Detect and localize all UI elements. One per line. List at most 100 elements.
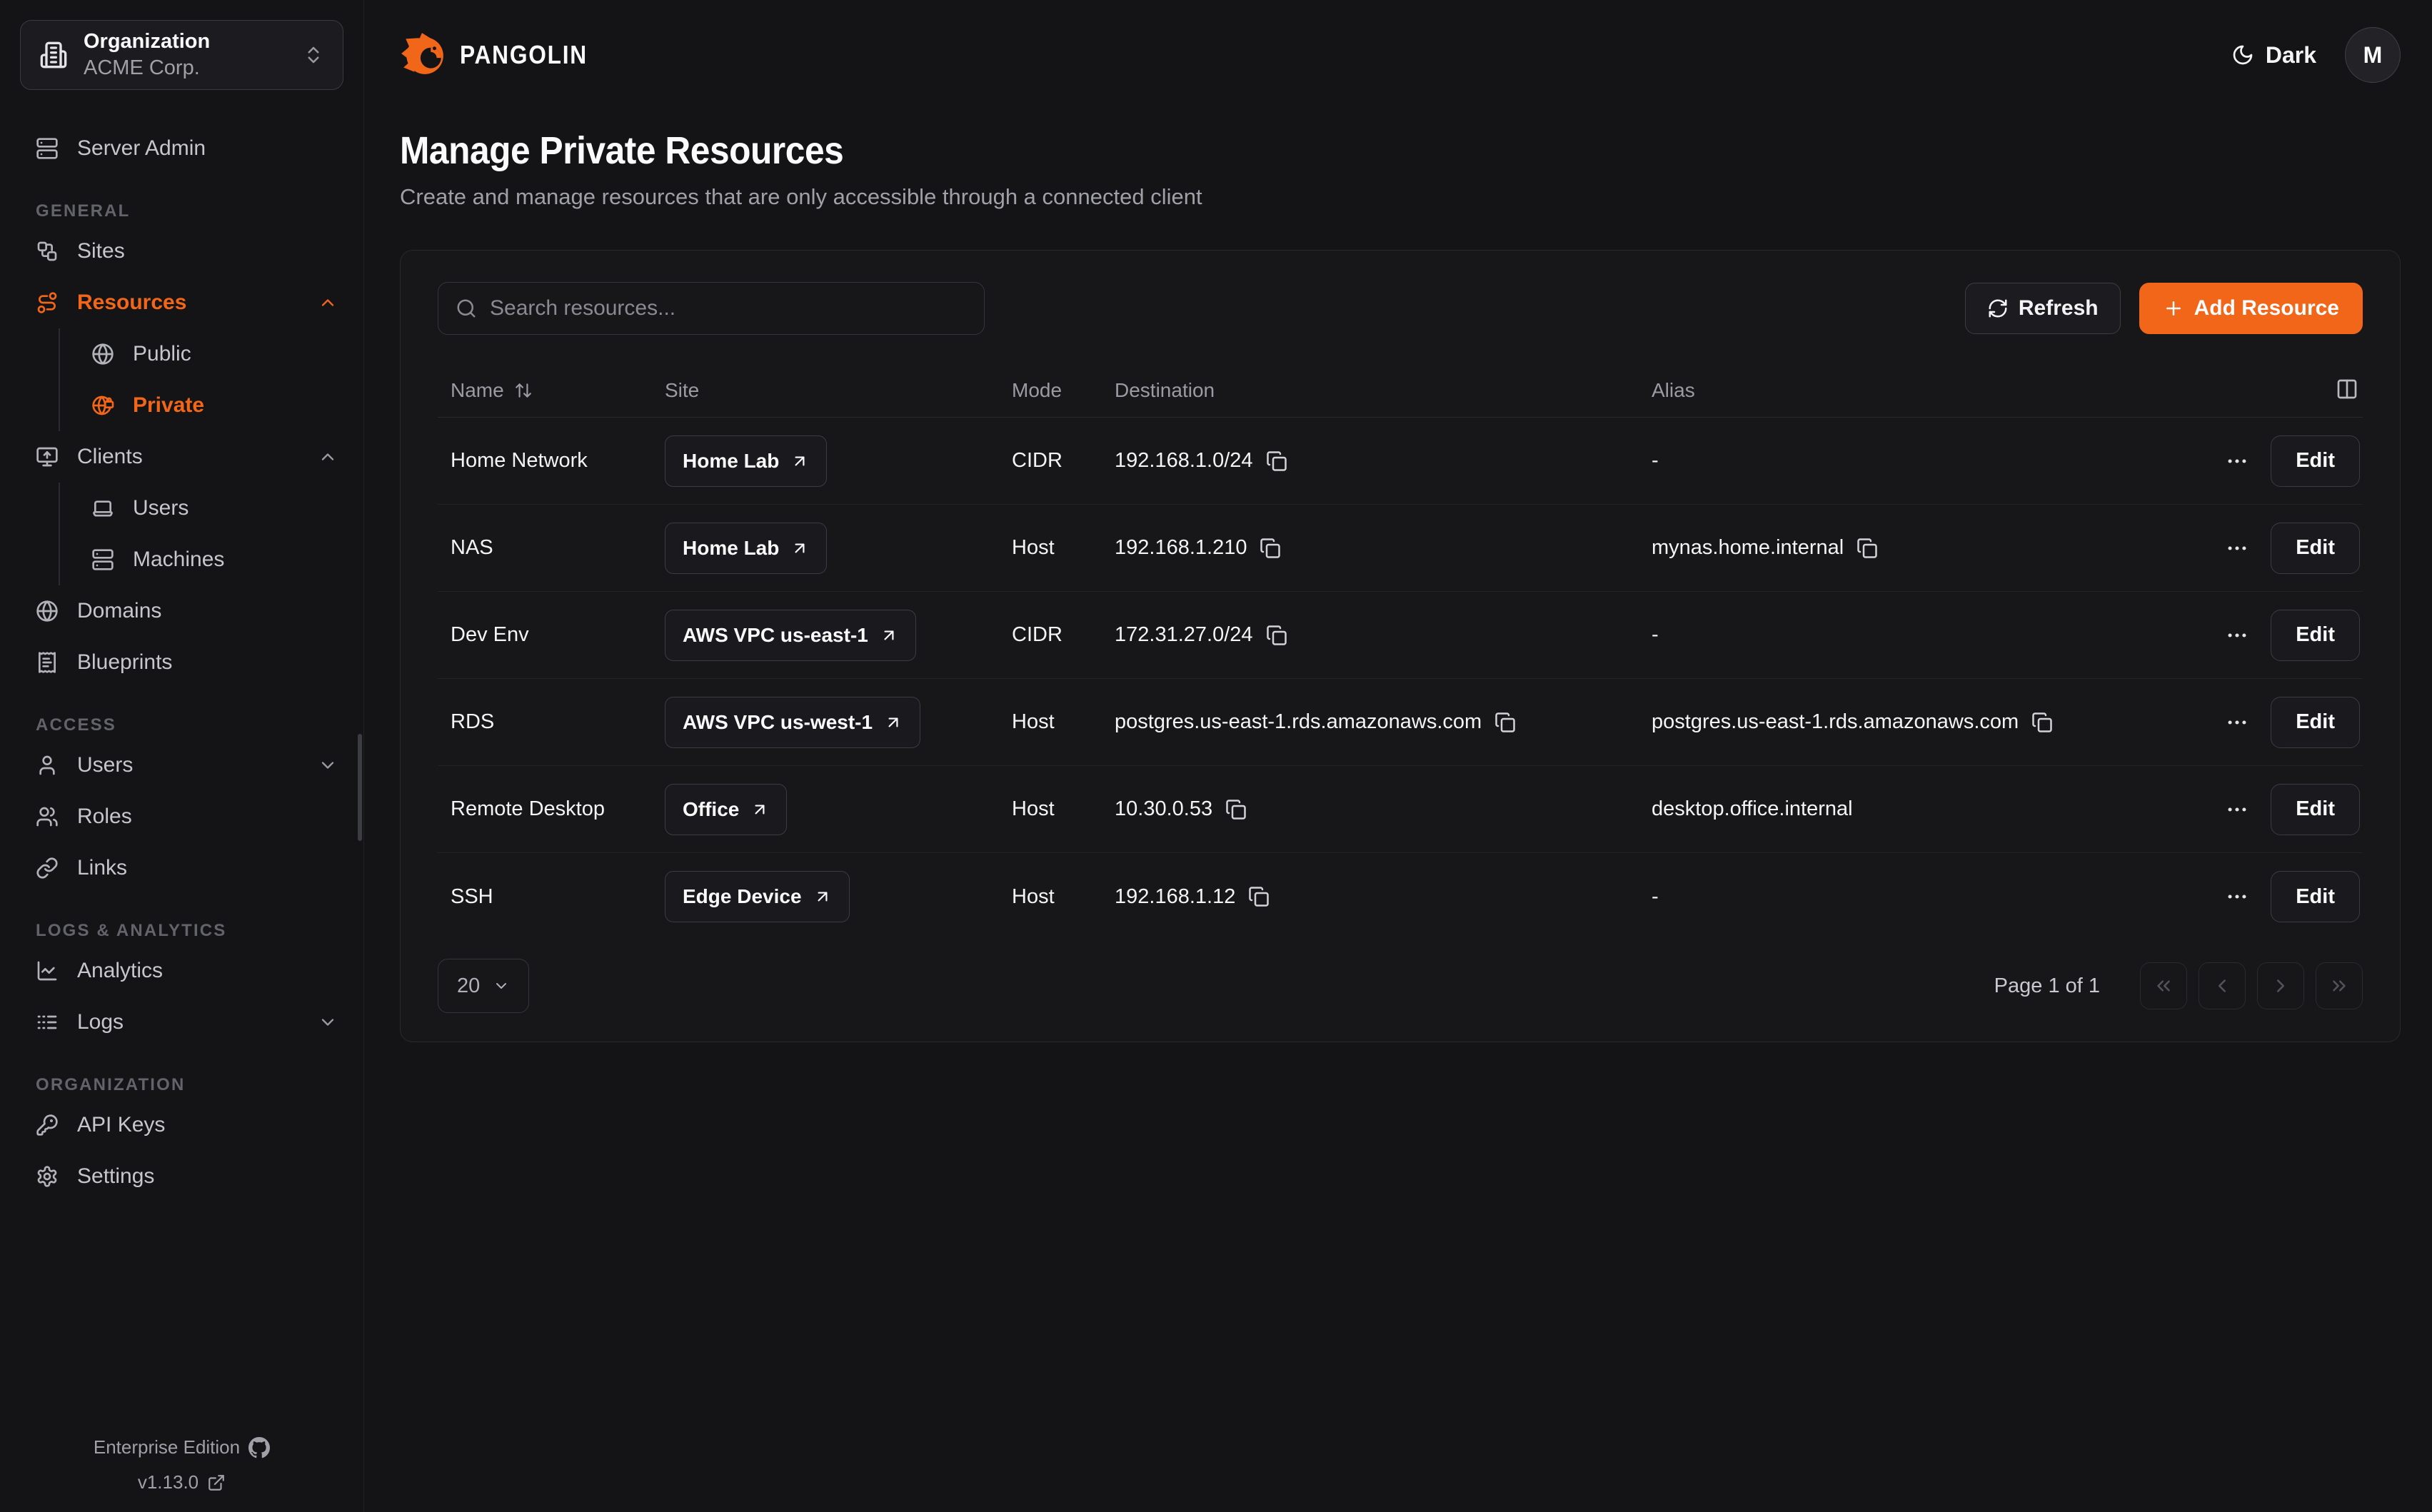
chevron-up-icon[interactable] — [318, 447, 338, 467]
copy-destination-button[interactable] — [1225, 799, 1247, 820]
brand[interactable]: PANGOLIN — [400, 31, 605, 79]
sidebar-item-domains[interactable]: Domains — [0, 585, 363, 637]
site-link[interactable]: Edge Device — [665, 871, 850, 922]
globe-lock-icon — [91, 394, 114, 417]
next-page-button[interactable] — [2257, 962, 2304, 1009]
first-page-button[interactable] — [2140, 962, 2187, 1009]
resources-subgroup: Public Private — [59, 328, 363, 431]
external-link-icon[interactable] — [207, 1473, 226, 1492]
sidebar-item-label: Public — [133, 342, 191, 366]
add-resource-label: Add Resource — [2194, 296, 2339, 321]
receipt-icon — [36, 651, 59, 674]
sidebar-item-machines[interactable]: Machines — [60, 534, 363, 585]
copy-alias-button[interactable] — [1856, 538, 1878, 559]
columns-icon — [2336, 378, 2358, 400]
resources-card: Refresh Add Resource Name Site Mode — [400, 250, 2401, 1042]
sidebar-item-sites[interactable]: Sites — [0, 226, 363, 277]
sidebar-item-settings[interactable]: Settings — [0, 1151, 363, 1202]
edit-button[interactable]: Edit — [2271, 523, 2360, 574]
sidebar-item-blueprints[interactable]: Blueprints — [0, 637, 363, 688]
sidebar-item-users[interactable]: Users — [0, 740, 363, 791]
topbar: PANGOLIN Dark M — [400, 27, 2401, 83]
resource-mode: Host — [1012, 536, 1055, 560]
sidebar-item-api-keys[interactable]: API Keys — [0, 1099, 363, 1151]
ellipsis-icon — [2225, 710, 2249, 735]
copy-destination-button[interactable] — [1266, 625, 1287, 646]
row-menu-button[interactable] — [2225, 449, 2249, 473]
ellipsis-icon — [2225, 623, 2249, 647]
sites-icon — [36, 240, 59, 263]
page-size-select[interactable]: 20 — [438, 959, 529, 1013]
sidebar-item-public[interactable]: Public — [60, 328, 363, 380]
page-size-value: 20 — [457, 974, 480, 998]
row-menu-button[interactable] — [2225, 536, 2249, 560]
last-page-button[interactable] — [2316, 962, 2363, 1009]
sidebar-item-client-users[interactable]: Users — [60, 483, 363, 534]
resources-icon — [36, 291, 59, 314]
sidebar-item-server-admin[interactable]: Server Admin — [0, 123, 363, 174]
sort-icon[interactable] — [514, 381, 533, 400]
row-menu-button[interactable] — [2225, 623, 2249, 647]
row-menu-button[interactable] — [2225, 710, 2249, 735]
table-row: SSH Edge Device Host 192.168.1.12 - Edit — [438, 853, 2363, 940]
chevron-down-icon[interactable] — [318, 1012, 338, 1032]
resource-alias: - — [1652, 623, 1659, 647]
sidebar-scrollbar-thumb[interactable] — [358, 734, 362, 841]
org-switcher[interactable]: Organization ACME Corp. — [20, 20, 343, 90]
ellipsis-icon — [2225, 884, 2249, 909]
site-name: Home Lab — [683, 450, 779, 473]
site-link[interactable]: Home Lab — [665, 435, 827, 487]
pagination: 20 Page 1 of 1 — [438, 959, 2363, 1013]
theme-toggle[interactable]: Dark — [2231, 42, 2316, 69]
edit-button[interactable]: Edit — [2271, 871, 2360, 922]
sidebar-item-links[interactable]: Links — [0, 842, 363, 894]
site-link[interactable]: AWS VPC us-west-1 — [665, 697, 920, 748]
edit-button[interactable]: Edit — [2271, 784, 2360, 835]
edit-button[interactable]: Edit — [2271, 435, 2360, 487]
chevron-up-icon[interactable] — [318, 293, 338, 313]
column-visibility-button[interactable] — [2336, 378, 2358, 403]
column-header-alias: Alias — [1652, 379, 1695, 402]
moon-icon — [2231, 44, 2254, 66]
site-link[interactable]: AWS VPC us-east-1 — [665, 610, 916, 661]
search-input[interactable] — [490, 296, 967, 321]
copy-destination-button[interactable] — [1248, 886, 1270, 907]
resource-name: SSH — [451, 885, 493, 909]
sidebar-item-resources[interactable]: Resources — [0, 277, 363, 328]
avatar[interactable]: M — [2345, 27, 2401, 83]
globe-icon — [36, 600, 59, 623]
sidebar-item-label: Links — [77, 856, 127, 880]
edit-button[interactable]: Edit — [2271, 697, 2360, 748]
sidebar-item-private[interactable]: Private — [60, 380, 363, 431]
sidebar-item-label: Logs — [77, 1010, 124, 1034]
chevron-down-icon[interactable] — [318, 755, 338, 775]
table-row: Dev Env AWS VPC us-east-1 CIDR 172.31.27… — [438, 592, 2363, 679]
copy-icon — [2031, 712, 2053, 733]
arrow-up-right-icon — [750, 800, 769, 819]
resource-alias: postgres.us-east-1.rds.amazonaws.com — [1652, 710, 2019, 734]
topbar-right: Dark M — [2231, 27, 2401, 83]
add-resource-button[interactable]: Add Resource — [2139, 283, 2363, 334]
site-link[interactable]: Office — [665, 784, 787, 835]
row-menu-button[interactable] — [2225, 797, 2249, 822]
sidebar-item-label: Machines — [133, 548, 224, 572]
site-link[interactable]: Home Lab — [665, 523, 827, 574]
sidebar-item-logs[interactable]: Logs — [0, 997, 363, 1048]
previous-page-button[interactable] — [2199, 962, 2246, 1009]
copy-alias-button[interactable] — [2031, 712, 2053, 733]
edit-button[interactable]: Edit — [2271, 610, 2360, 661]
copy-destination-button[interactable] — [1260, 538, 1281, 559]
sidebar-item-analytics[interactable]: Analytics — [0, 945, 363, 997]
row-menu-button[interactable] — [2225, 884, 2249, 909]
resource-alias: desktop.office.internal — [1652, 797, 1853, 821]
sidebar-item-roles[interactable]: Roles — [0, 791, 363, 842]
column-header-name: Name — [451, 379, 504, 402]
refresh-button[interactable]: Refresh — [1965, 283, 2121, 334]
copy-destination-button[interactable] — [1494, 712, 1516, 733]
resource-destination: 172.31.27.0/24 — [1115, 623, 1253, 647]
github-icon[interactable] — [248, 1437, 270, 1458]
sidebar-item-clients[interactable]: Clients — [0, 431, 363, 483]
copy-icon — [1248, 886, 1270, 907]
copy-destination-button[interactable] — [1266, 450, 1287, 472]
sidebar-nav: Server Admin GENERAL Sites Resources Pub… — [0, 123, 363, 1202]
